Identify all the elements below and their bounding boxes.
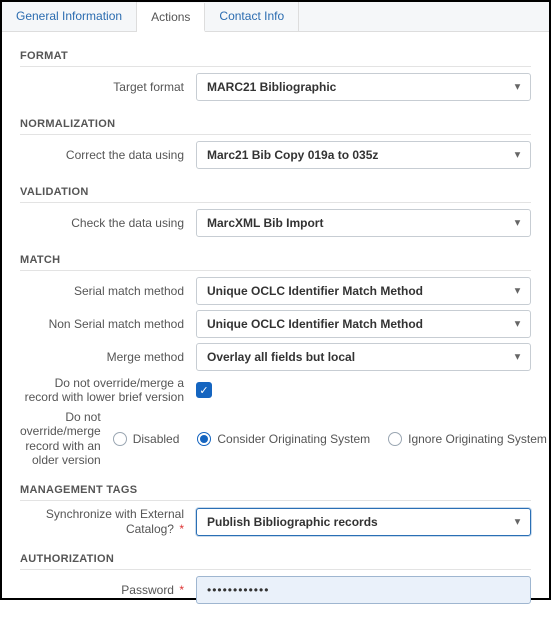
row-correct-data: Correct the data using Marc21 Bib Copy 0… — [20, 141, 531, 169]
row-check-data: Check the data using MarcXML Bib Import … — [20, 209, 531, 237]
section-normalization: NORMALIZATION — [20, 106, 531, 135]
tab-actions[interactable]: Actions — [137, 3, 205, 32]
select-merge-method-value: Overlay all fields but local — [207, 350, 355, 364]
row-no-override-older: Do not override/merge record with an old… — [20, 410, 531, 468]
label-no-override-older: Do not override/merge record with an old… — [20, 410, 113, 468]
radio-disabled-label: Disabled — [133, 432, 180, 446]
radio-ignore-label: Ignore Originating System — [408, 432, 547, 446]
label-correct-data: Correct the data using — [20, 148, 196, 162]
chevron-down-icon: ▾ — [515, 150, 520, 161]
chevron-down-icon: ▾ — [515, 319, 520, 330]
tab-general-information[interactable]: General Information — [2, 2, 137, 31]
label-sync-external-catalog: Synchronize with External Catalog? * — [20, 507, 196, 536]
chevron-down-icon: ▾ — [515, 82, 520, 93]
radio-icon — [197, 432, 211, 446]
tab-contact-info[interactable]: Contact Info — [205, 2, 299, 31]
row-merge-method: Merge method Overlay all fields but loca… — [20, 343, 531, 371]
row-serial-match: Serial match method Unique OCLC Identifi… — [20, 277, 531, 305]
label-no-override-brief: Do not override/merge a record with lowe… — [20, 376, 196, 405]
section-authorization: AUTHORIZATION — [20, 541, 531, 570]
label-non-serial-match: Non Serial match method — [20, 317, 196, 331]
select-check-data[interactable]: MarcXML Bib Import ▾ — [196, 209, 531, 237]
section-management-tags: MANAGEMENT TAGS — [20, 472, 531, 501]
select-check-data-value: MarcXML Bib Import — [207, 216, 323, 230]
select-target-format[interactable]: MARC21 Bibliographic ▾ — [196, 73, 531, 101]
row-target-format: Target format MARC21 Bibliographic ▾ — [20, 73, 531, 101]
radio-ignore[interactable]: Ignore Originating System — [388, 432, 547, 446]
checkbox-no-override-brief[interactable]: ✓ — [196, 382, 212, 398]
radio-consider[interactable]: Consider Originating System — [197, 432, 370, 446]
label-merge-method: Merge method — [20, 350, 196, 364]
required-icon: * — [176, 583, 184, 597]
row-non-serial-match: Non Serial match method Unique OCLC Iden… — [20, 310, 531, 338]
chevron-down-icon: ▾ — [515, 286, 520, 297]
radio-group-originating-system: Disabled Consider Originating System Ign… — [113, 432, 547, 446]
radio-disabled[interactable]: Disabled — [113, 432, 180, 446]
select-sync-external-catalog[interactable]: Publish Bibliographic records ▾ — [196, 508, 531, 536]
section-validation: VALIDATION — [20, 174, 531, 203]
required-icon: * — [176, 522, 184, 536]
row-sync-external-catalog: Synchronize with External Catalog? * Pub… — [20, 507, 531, 536]
select-serial-match[interactable]: Unique OCLC Identifier Match Method ▾ — [196, 277, 531, 305]
radio-icon — [388, 432, 402, 446]
select-non-serial-match-value: Unique OCLC Identifier Match Method — [207, 317, 423, 331]
select-serial-match-value: Unique OCLC Identifier Match Method — [207, 284, 423, 298]
tabs-bar: General Information Actions Contact Info — [2, 2, 549, 32]
chevron-down-icon: ▾ — [515, 218, 520, 229]
chevron-down-icon: ▾ — [515, 516, 520, 527]
select-correct-data[interactable]: Marc21 Bib Copy 019a to 035z ▾ — [196, 141, 531, 169]
label-password: Password * — [20, 583, 196, 597]
chevron-down-icon: ▾ — [515, 352, 520, 363]
label-check-data: Check the data using — [20, 216, 196, 230]
select-merge-method[interactable]: Overlay all fields but local ▾ — [196, 343, 531, 371]
radio-icon — [113, 432, 127, 446]
select-correct-data-value: Marc21 Bib Copy 019a to 035z — [207, 148, 378, 162]
select-sync-external-catalog-value: Publish Bibliographic records — [207, 515, 378, 529]
section-format: FORMAT — [20, 38, 531, 67]
form-content: FORMAT Target format MARC21 Bibliographi… — [2, 32, 549, 621]
section-match: MATCH — [20, 242, 531, 271]
select-non-serial-match[interactable]: Unique OCLC Identifier Match Method ▾ — [196, 310, 531, 338]
row-no-override-brief: Do not override/merge a record with lowe… — [20, 376, 531, 405]
select-target-format-value: MARC21 Bibliographic — [207, 80, 336, 94]
radio-consider-label: Consider Originating System — [217, 432, 370, 446]
label-target-format: Target format — [20, 80, 196, 94]
label-serial-match: Serial match method — [20, 284, 196, 298]
